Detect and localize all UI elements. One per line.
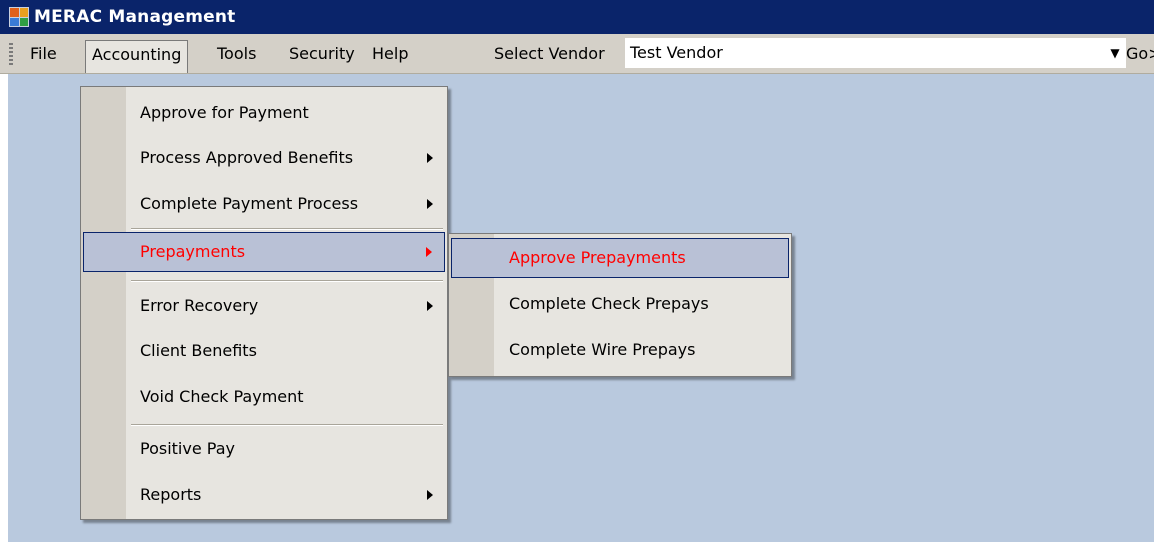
menu-separator bbox=[131, 424, 443, 426]
menu-item-label: Void Check Payment bbox=[140, 387, 304, 406]
menu-item-reports[interactable]: Reports bbox=[83, 475, 445, 515]
menu-separator bbox=[131, 280, 443, 282]
menu-item-label: Positive Pay bbox=[140, 439, 235, 458]
menu-item-prepayments[interactable]: Prepayments bbox=[83, 232, 445, 272]
app-icon bbox=[9, 7, 29, 27]
menu-item-label: Prepayments bbox=[140, 242, 246, 261]
menu-item-label: Approve Prepayments bbox=[509, 248, 686, 267]
submenu-arrow-icon bbox=[427, 301, 433, 311]
menu-accounting[interactable]: Accounting bbox=[85, 40, 189, 73]
menu-item-label: Error Recovery bbox=[140, 296, 259, 315]
window-title: MERAC Management bbox=[34, 7, 236, 27]
menu-item-approve-prepayments[interactable]: Approve Prepayments bbox=[451, 238, 789, 278]
menu-item-label: Complete Wire Prepays bbox=[509, 340, 696, 359]
menu-item-label: Reports bbox=[140, 485, 202, 504]
menu-item-complete-wire-prepays[interactable]: Complete Wire Prepays bbox=[451, 330, 789, 370]
menu-item-label: Complete Payment Process bbox=[140, 194, 359, 213]
menu-help[interactable]: Help bbox=[366, 40, 414, 68]
menu-item-error-recovery[interactable]: Error Recovery bbox=[83, 286, 445, 326]
go-button[interactable]: Go> bbox=[1126, 40, 1154, 68]
menu-item-complete-payment-process[interactable]: Complete Payment Process bbox=[83, 184, 445, 224]
menu-item-complete-check-prepays[interactable]: Complete Check Prepays bbox=[451, 284, 789, 324]
menu-item-label: Client Benefits bbox=[140, 341, 257, 360]
prepayments-submenu: Approve Prepayments Complete Check Prepa… bbox=[448, 233, 792, 377]
menu-separator bbox=[131, 228, 443, 230]
vendor-value: Test Vendor bbox=[630, 43, 723, 62]
dropdown-arrow-icon[interactable]: ▼ bbox=[1104, 38, 1126, 68]
window-left-border bbox=[0, 74, 8, 542]
vendor-select[interactable]: Test Vendor ▼ bbox=[625, 38, 1126, 68]
menu-item-label: Complete Check Prepays bbox=[509, 294, 709, 313]
menu-item-process-approved-benefits[interactable]: Process Approved Benefits bbox=[83, 138, 445, 178]
menu-item-label: Approve for Payment bbox=[140, 103, 309, 122]
submenu-arrow-icon bbox=[427, 490, 433, 500]
submenu-arrow-icon bbox=[427, 153, 433, 163]
accounting-dropdown: Approve for Payment Process Approved Ben… bbox=[80, 86, 448, 520]
grip-handle[interactable] bbox=[9, 43, 13, 65]
menu-security[interactable]: Security bbox=[283, 40, 361, 68]
menu-item-client-benefits[interactable]: Client Benefits bbox=[83, 331, 445, 371]
menu-item-void-check-payment[interactable]: Void Check Payment bbox=[83, 377, 445, 417]
menu-file[interactable]: File bbox=[24, 40, 63, 68]
menu-item-approve-for-payment[interactable]: Approve for Payment bbox=[83, 93, 445, 133]
menu-tools[interactable]: Tools bbox=[211, 40, 262, 68]
menu-bar: File Accounting Tools Security Help Sele… bbox=[0, 34, 1154, 74]
vendor-label: Select Vendor bbox=[494, 44, 605, 63]
menu-item-label: Process Approved Benefits bbox=[140, 148, 354, 167]
submenu-arrow-icon bbox=[427, 199, 433, 209]
submenu-arrow-icon bbox=[426, 247, 432, 257]
menu-item-positive-pay[interactable]: Positive Pay bbox=[83, 429, 445, 469]
title-bar: MERAC Management bbox=[0, 0, 1154, 34]
